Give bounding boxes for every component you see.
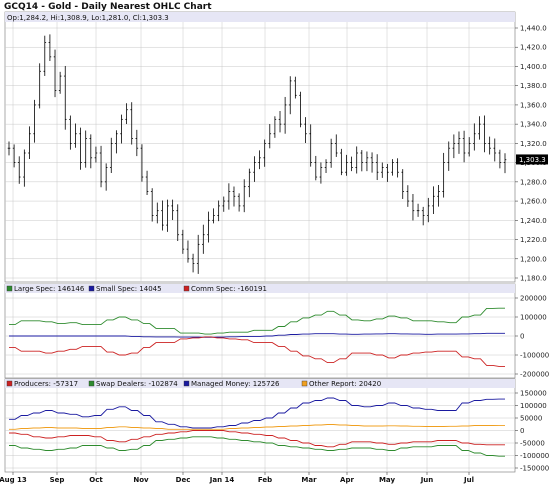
- chart-root: GCQ14 - Gold - Daily Nearest OHLC Chart …: [0, 0, 550, 486]
- price-tick-label: 1,400.0: [520, 63, 547, 71]
- price-tick-label: 1,280.0: [520, 178, 547, 186]
- price-tick-label: 1,200.0: [520, 255, 547, 263]
- price-tick-label: 1,360.0: [520, 101, 547, 109]
- x-tick-label: Nov: [133, 476, 149, 484]
- x-tick-label: Aug 13: [0, 476, 27, 484]
- price-tick-label: 1,180.0: [520, 275, 547, 283]
- cot-panel-1-legend-label: Comm Spec: -160191: [191, 285, 267, 293]
- price-plot-frame: [4, 11, 516, 283]
- cot-panel-2-legend-swatch: [301, 380, 308, 387]
- cot-panel-1-legend-swatch: [88, 285, 95, 292]
- cot-panel-2-tick-label: -150000: [520, 465, 549, 473]
- last-price-label: 1,303.3: [519, 156, 546, 164]
- cot-panel-2-tick-label: 0: [520, 427, 524, 435]
- price-tick-label: 1,380.0: [520, 82, 547, 90]
- cot-panel-1-tick-label: 100000: [520, 314, 547, 322]
- x-tick-label: Oct: [89, 476, 103, 484]
- price-tick-label: 1,240.0: [520, 217, 547, 225]
- cot-panel-2-legend-swatch: [88, 380, 95, 387]
- cot-panel-2-legend-label: Managed Money: 125726: [191, 380, 280, 388]
- chart-title: GCQ14 - Gold - Daily Nearest OHLC Chart: [4, 2, 212, 12]
- cot-panel-2-tick-label: -100000: [520, 452, 549, 460]
- cot-panel-1: Large Spec: 146146 Small Spec: 14045 Comm …: [4, 283, 549, 379]
- cot-panel-1-legend-label: Large Spec: 146146: [14, 285, 85, 293]
- x-tick-label: Jul: [463, 476, 474, 484]
- x-tick-label: May: [379, 476, 395, 484]
- x-tick-label: Apr: [340, 476, 354, 484]
- cot-panel-2-legend-label: Producers: -57317: [14, 380, 78, 388]
- cot-panel-1-tick-label: 200000: [520, 295, 547, 303]
- price-tick-label: 1,420.0: [520, 44, 547, 52]
- cot-panel-1-tick-label: -200000: [520, 371, 549, 379]
- cot-panel-1-legend-label: Small Spec: 14045: [96, 285, 162, 293]
- cot-panel-1-legend-swatch: [183, 285, 190, 292]
- x-tick-label: Feb: [258, 476, 272, 484]
- x-tick-label: Dec: [176, 476, 191, 484]
- price-tick-label: 1,220.0: [520, 236, 547, 244]
- cot-panel-2-tick-label: -50000: [520, 440, 545, 448]
- cot-panel-1-tick-label: 0: [520, 333, 524, 341]
- x-tick-label: Mar: [301, 476, 317, 484]
- cot-panel-1-legend-swatch: [6, 285, 13, 292]
- price-tick-label: 1,340.0: [520, 121, 547, 129]
- cot-panel-2-legend-label: Other Report: 20420: [309, 380, 381, 388]
- x-tick-label: Sep: [50, 476, 65, 484]
- ohlc-chart-svg: GCQ14 - Gold - Daily Nearest OHLC Chart …: [0, 2, 549, 484]
- x-axis: Aug 13 Sep Oct Nov Dec Jan 14 Feb Mar Apr May Jun J…: [0, 472, 474, 484]
- cot-panel-2-legend-swatch: [6, 380, 13, 387]
- cot-panel-2-tick-label: 100000: [520, 402, 547, 410]
- ohlc-readout: Op:1,284.2, Hi:1,308.9, Lo:1,281.0, Cl:1…: [7, 14, 169, 22]
- cot-panel-2: Producers: -57317 Swap Dealers: -102874 Ma…: [4, 378, 549, 473]
- x-tick-label: Jun: [420, 476, 434, 484]
- cot-panel-1-tick-label: -100000: [520, 352, 549, 360]
- cot-panel-2-tick-label: 50000: [520, 415, 542, 423]
- cot-panel-2-tick-label: 150000: [520, 390, 547, 398]
- cot-panel-2-legend-swatch: [183, 380, 190, 387]
- x-tick-label: Jan 14: [209, 476, 235, 484]
- price-tick-label: 1,440.0: [520, 25, 547, 33]
- price-tick-label: 1,320.0: [520, 140, 547, 148]
- price-tick-label: 1,260.0: [520, 198, 547, 206]
- cot-panel-2-legend-label: Swap Dealers: -102874: [96, 380, 178, 388]
- price-panel: Op:1,284.2, Hi:1,308.9, Lo:1,281.0, Cl:1…: [4, 11, 548, 283]
